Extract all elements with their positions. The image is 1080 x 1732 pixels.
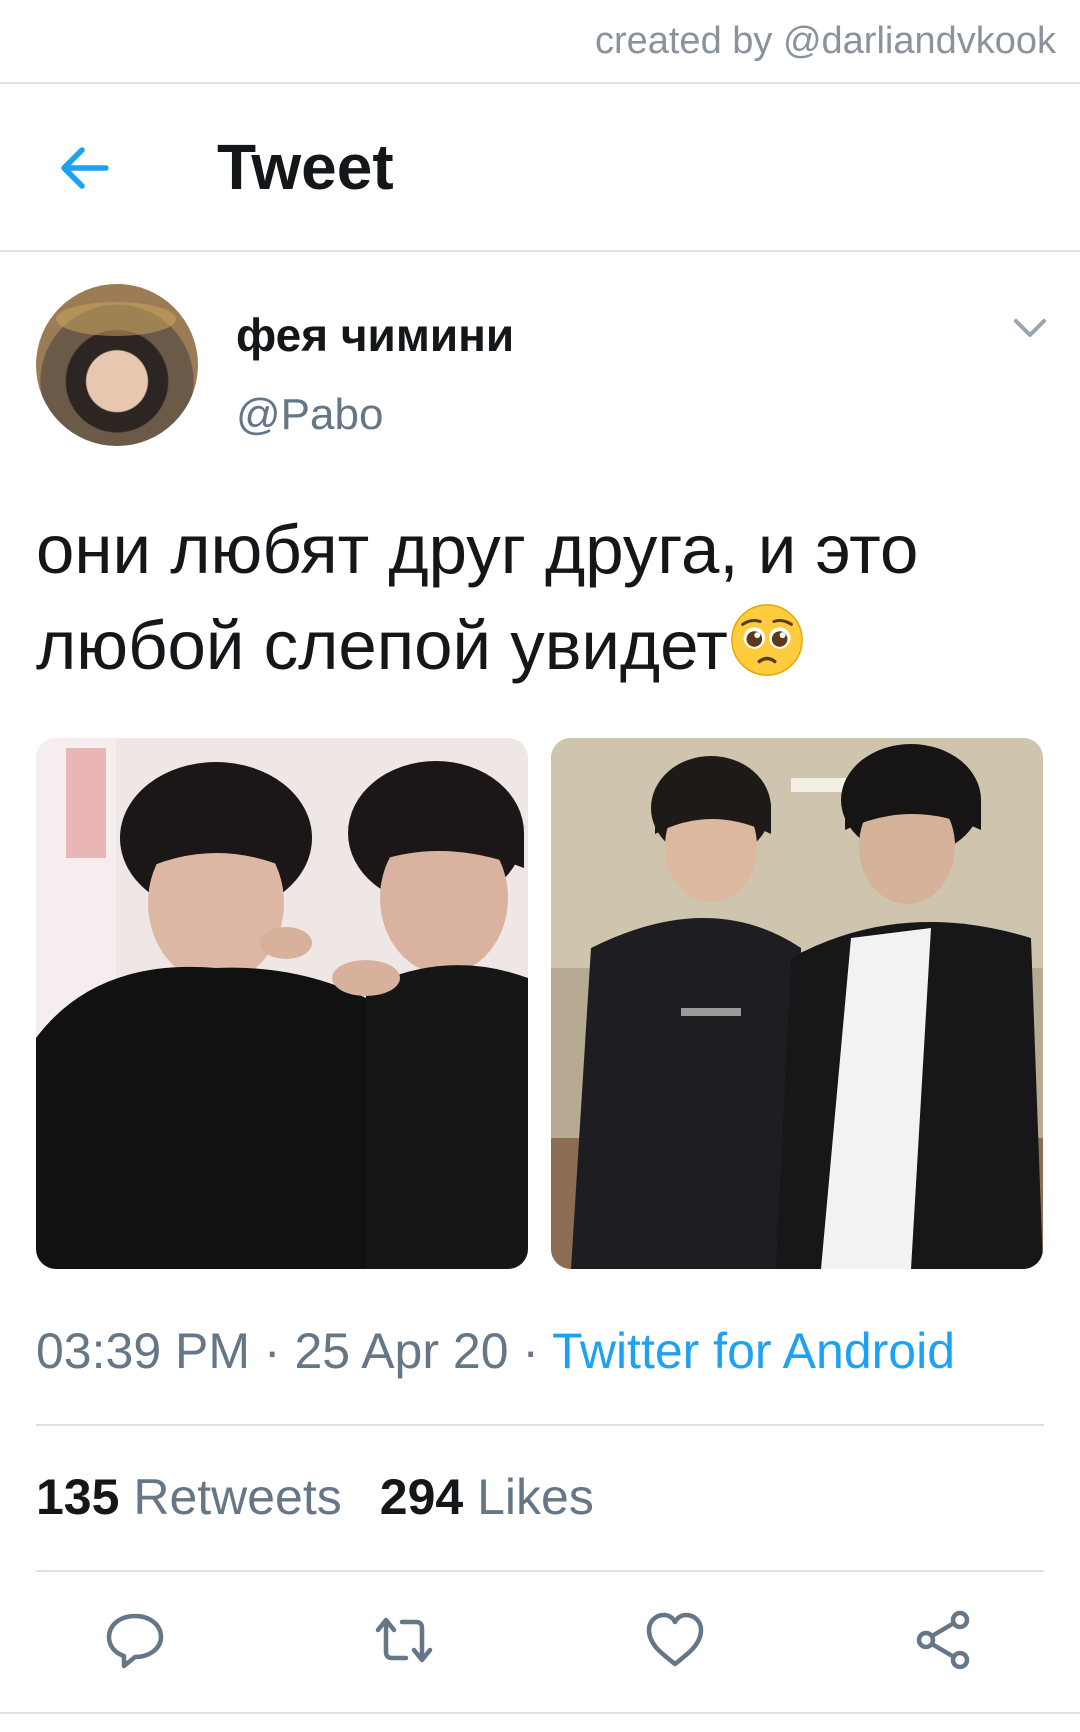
photo-placeholder-1 xyxy=(36,738,528,1269)
retweet-icon xyxy=(375,1617,433,1663)
arrow-left-icon xyxy=(61,147,109,189)
tweet-image-1[interactable] xyxy=(36,738,528,1269)
likes-count: 294 xyxy=(379,1469,464,1525)
photo-placeholder-2 xyxy=(551,738,1043,1269)
share-icon xyxy=(916,1610,970,1670)
more-options-button[interactable] xyxy=(1010,312,1050,344)
tweet-stats: 135 Retweets 294 Likes xyxy=(36,1468,594,1526)
retweets-label: Retweets xyxy=(119,1469,342,1525)
author-name[interactable]: фея чимини xyxy=(236,308,514,362)
chevron-down-icon xyxy=(1014,319,1046,337)
author-handle[interactable]: @Pabo xyxy=(236,390,383,440)
likes-label: Likes xyxy=(463,1469,594,1525)
heart-icon xyxy=(646,1612,704,1667)
watermark-text: created by @darliandvkook xyxy=(594,20,1056,62)
retweets-stat[interactable]: 135 Retweets xyxy=(36,1468,342,1526)
divider xyxy=(36,1424,1044,1426)
retweets-count: 135 xyxy=(36,1469,120,1525)
retweet-button[interactable] xyxy=(372,1608,436,1672)
tweet-image-2[interactable] xyxy=(551,738,1043,1269)
watermark-bar: created by @darliandvkook xyxy=(0,0,1080,84)
tweet-meta: 03:39 PM · 25 Apr 20 · Twitter for Andro… xyxy=(36,1322,955,1380)
tweet-timestamp: 03:39 PM · 25 Apr 20 · xyxy=(36,1323,553,1379)
pleading-face-emoji xyxy=(731,604,803,676)
share-button[interactable] xyxy=(912,1608,976,1672)
reply-icon xyxy=(106,1613,164,1669)
divider xyxy=(36,1570,1044,1572)
tweet-text: они любят друг друга, и это любой слепой… xyxy=(36,502,1036,694)
avatar[interactable] xyxy=(36,284,198,446)
reply-button[interactable] xyxy=(103,1608,167,1672)
likes-stat[interactable]: 294 Likes xyxy=(380,1468,594,1526)
back-button[interactable] xyxy=(56,140,112,196)
divider xyxy=(0,1712,1080,1714)
page-title: Tweet xyxy=(217,131,394,203)
like-button[interactable] xyxy=(643,1608,707,1672)
top-bar: Tweet xyxy=(0,82,1080,252)
tweet-source-link[interactable]: Twitter for Android xyxy=(552,1323,955,1379)
